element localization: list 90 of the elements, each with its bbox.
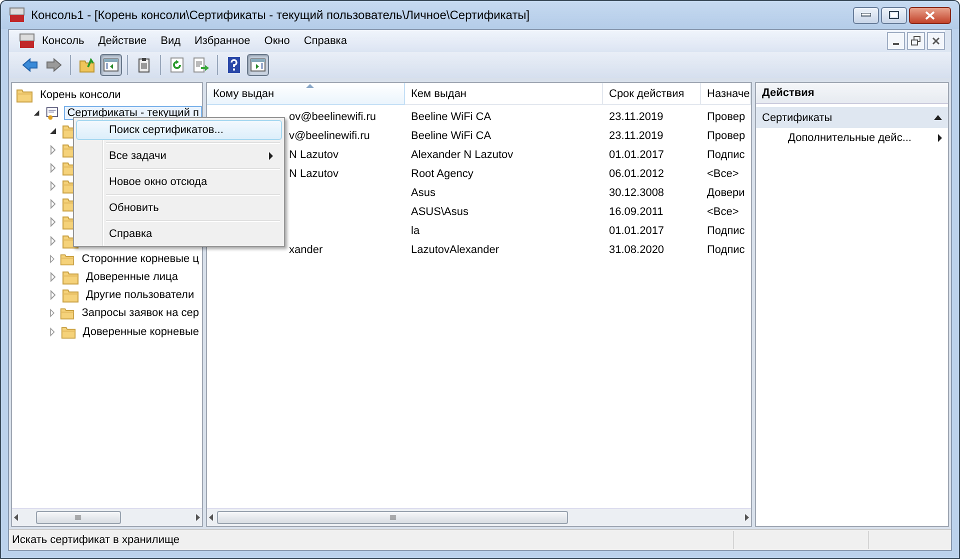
folder-icon bbox=[62, 287, 79, 304]
grip-icon bbox=[75, 513, 82, 522]
folder-icon bbox=[62, 268, 79, 285]
tree-item[interactable]: Запросы заявок на сер bbox=[78, 306, 202, 320]
tree-item[interactable]: Сторонние корневые ц bbox=[78, 252, 202, 266]
close-icon bbox=[925, 10, 935, 20]
submenu-arrow-icon bbox=[269, 152, 273, 160]
context-menu-item[interactable]: Новое окно отсюда bbox=[76, 172, 282, 192]
table-cell: N Lazutov bbox=[289, 168, 339, 180]
minimize-button[interactable] bbox=[887, 32, 905, 50]
table-cell: Beeline WiFi CA bbox=[411, 110, 492, 122]
toolbar-button[interactable] bbox=[100, 54, 122, 76]
help-icon bbox=[226, 57, 242, 73]
table-cell: 30.12.3008 bbox=[609, 186, 664, 198]
status-text: Искать сертификат в хранилище bbox=[11, 534, 181, 546]
table-cell: 23.11.2019 bbox=[609, 110, 664, 122]
minimize-icon bbox=[861, 13, 871, 17]
tree-item[interactable]: Корень консоли bbox=[37, 88, 124, 102]
table-cell: 01.01.2017 bbox=[609, 224, 664, 236]
submenu-arrow-icon bbox=[938, 134, 942, 142]
table-cell: la bbox=[411, 224, 420, 236]
pane-title: Действия bbox=[756, 83, 948, 104]
menu-item[interactable]: Действие bbox=[91, 35, 154, 47]
refresh-icon bbox=[169, 57, 185, 73]
table-cell: LazutovAlexander bbox=[411, 244, 500, 256]
restore-button[interactable] bbox=[907, 32, 925, 50]
arrow-right-icon bbox=[46, 57, 62, 73]
table-cell: Alexander N Lazutov bbox=[411, 148, 514, 160]
table-cell: Beeline WiFi CA bbox=[411, 130, 492, 142]
grip-icon bbox=[390, 513, 396, 522]
column-header[interactable]: Кому выдан bbox=[207, 83, 405, 105]
table-cell: 31.08.2020 bbox=[609, 244, 664, 256]
menu-item[interactable]: Окно bbox=[257, 35, 297, 47]
table-cell: ov@beelinewifi.ru bbox=[289, 110, 376, 122]
action-link[interactable]: Дополнительные дейс... bbox=[756, 128, 948, 148]
table-cell: Провер bbox=[707, 110, 746, 122]
table-cell: ASUS\Asus bbox=[411, 206, 468, 218]
menu-item[interactable]: Избранное bbox=[188, 35, 258, 47]
table-cell: Подпис bbox=[707, 148, 745, 160]
tree-item[interactable]: Доверенные корневые bbox=[80, 324, 202, 339]
close-icon bbox=[932, 37, 940, 45]
table-cell: <Все> bbox=[707, 168, 739, 180]
context-menu-item[interactable]: Обновить bbox=[76, 198, 282, 218]
context-menu-item[interactable]: Все задачи bbox=[76, 146, 282, 166]
restore-icon bbox=[911, 36, 921, 46]
table-cell: Asus bbox=[411, 186, 436, 198]
close-button[interactable] bbox=[909, 6, 951, 24]
table-cell: xander bbox=[289, 244, 323, 256]
panel-icon bbox=[250, 57, 266, 73]
menu-item[interactable]: Консоль bbox=[35, 35, 92, 47]
scrollbar-thumb[interactable] bbox=[217, 511, 568, 524]
maximize-button[interactable] bbox=[881, 6, 907, 24]
context-menu-item[interactable]: Справка bbox=[76, 224, 282, 244]
panel-icon bbox=[103, 57, 119, 73]
table-cell: Провер bbox=[707, 130, 746, 142]
close-button[interactable] bbox=[927, 32, 945, 50]
column-header[interactable]: Назначе bbox=[701, 83, 751, 105]
table-cell: 06.01.2012 bbox=[609, 168, 664, 180]
table-cell: <Все> bbox=[707, 206, 739, 218]
table-cell: 01.01.2017 bbox=[609, 148, 664, 160]
context-menu-item[interactable]: Поиск сертификатов... bbox=[76, 120, 282, 140]
console-app-icon bbox=[9, 7, 25, 23]
table-cell: Подпис bbox=[707, 224, 745, 236]
menu-item[interactable]: Справка bbox=[296, 35, 354, 47]
folder-icon bbox=[16, 87, 33, 104]
table-cell: 23.11.2019 bbox=[609, 130, 664, 142]
scrollbar-thumb[interactable] bbox=[36, 511, 121, 524]
maximize-icon bbox=[889, 11, 899, 19]
window-title: Консоль1 - [Корень консоли\Сертификаты - текущий пользователь\Личное\Сертификаты] bbox=[31, 8, 531, 22]
console-app-icon bbox=[19, 33, 35, 49]
tree-item[interactable]: Доверенные лица bbox=[83, 270, 181, 284]
menu-item[interactable]: Вид bbox=[154, 35, 188, 47]
table-cell: Root Agency bbox=[411, 168, 474, 180]
column-header[interactable]: Срок действия bbox=[603, 83, 701, 105]
sort-arrow-icon bbox=[306, 84, 314, 88]
folder-up-icon bbox=[79, 57, 95, 73]
actions-section-header[interactable]: Сертификаты bbox=[756, 107, 948, 128]
table-cell: N Lazutov bbox=[289, 148, 339, 160]
table-cell: Подпис bbox=[707, 244, 745, 256]
tree-item[interactable]: Другие пользователи bbox=[83, 288, 198, 302]
table-cell: Довери bbox=[707, 186, 745, 198]
export-list-icon bbox=[193, 57, 209, 73]
table-cell: v@beelinewifi.ru bbox=[289, 130, 370, 142]
clipboard-icon bbox=[136, 57, 152, 73]
toolbar-button[interactable] bbox=[247, 54, 269, 76]
certificate-store-icon bbox=[44, 105, 60, 122]
table-cell: 16.09.2011 bbox=[609, 206, 664, 218]
column-header[interactable]: Кем выдан bbox=[405, 83, 603, 105]
arrow-left-icon bbox=[22, 57, 38, 73]
minimize-button[interactable] bbox=[853, 6, 879, 24]
